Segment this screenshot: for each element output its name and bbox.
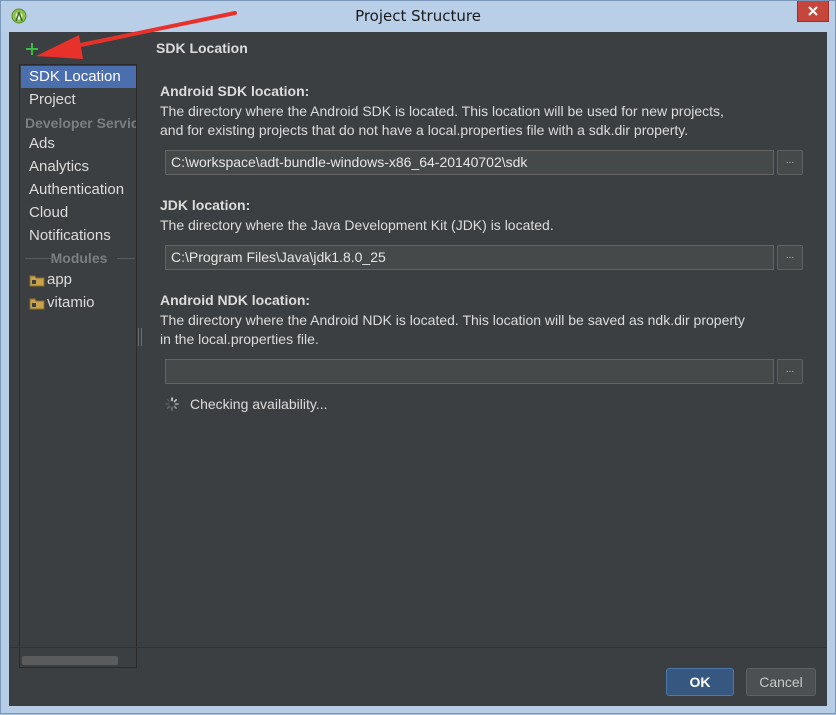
android-ndk-label: Android NDK location: (160, 292, 311, 308)
android-ndk-path-input[interactable] (165, 359, 774, 384)
modules-header: Modules (21, 248, 136, 268)
sidebar-scrollbar[interactable] (22, 656, 118, 665)
android-ndk-description-line2: in the local.properties file. (160, 331, 319, 347)
close-icon (808, 6, 818, 16)
cancel-button[interactable]: Cancel (746, 668, 816, 696)
header-divider (117, 258, 135, 259)
close-button[interactable] (797, 1, 829, 22)
jdk-browse-button[interactable]: ... (777, 245, 803, 270)
sidebar-item-analytics[interactable]: Analytics (21, 156, 136, 178)
android-sdk-description-line1: The directory where the Android SDK is l… (160, 103, 724, 119)
window-title: Project Structure (355, 7, 481, 25)
android-sdk-description-line2: and for existing projects that do not ha… (160, 122, 689, 138)
jdk-description: The directory where the Java Development… (160, 217, 554, 233)
header-divider (25, 258, 53, 259)
android-sdk-label: Android SDK location: (160, 83, 310, 99)
add-icon[interactable] (25, 42, 39, 56)
dialog-body: SDK Location Project Developer Servic Ad… (9, 32, 827, 706)
module-label: app (47, 271, 73, 288)
jdk-path-input[interactable]: C:\Program Files\Java\jdk1.8.0_25 (165, 245, 774, 270)
sidebar-item-project[interactable]: Project (21, 89, 136, 111)
developer-services-header: Developer Servic (25, 115, 137, 131)
module-item-vitamio[interactable]: vitamio (21, 292, 136, 314)
loading-spinner-icon (165, 397, 179, 411)
module-folder-icon (29, 298, 45, 310)
sidebar-item-sdk-location[interactable]: SDK Location (21, 66, 136, 88)
module-label: vitamio (47, 294, 95, 311)
splitter-grip-icon[interactable] (138, 328, 142, 346)
android-sdk-path-input[interactable]: C:\workspace\adt-bundle-windows-x86_64-2… (165, 150, 774, 175)
sidebar-item-cloud[interactable]: Cloud (21, 202, 136, 224)
sidebar: SDK Location Project Developer Servic Ad… (19, 64, 137, 668)
sdk-location-panel: SDK Location Android SDK location: The d… (149, 32, 819, 652)
title-bar[interactable]: Project Structure (1, 1, 835, 32)
panel-heading: SDK Location (156, 40, 248, 56)
modules-header-label: Modules (50, 250, 108, 266)
sidebar-item-authentication[interactable]: Authentication (21, 179, 136, 201)
sidebar-item-notifications[interactable]: Notifications (21, 225, 136, 247)
android-ndk-browse-button[interactable]: ... (777, 359, 803, 384)
android-sdk-browse-button[interactable]: ... (777, 150, 803, 175)
jdk-label: JDK location: (160, 197, 251, 213)
project-structure-window: Project Structure SDK Location Project D… (0, 0, 836, 714)
ndk-status-text: Checking availability... (190, 396, 328, 412)
sidebar-item-ads[interactable]: Ads (21, 133, 136, 155)
android-ndk-description-line1: The directory where the Android NDK is l… (160, 312, 745, 328)
ok-button[interactable]: OK (666, 668, 734, 696)
footer-divider (9, 647, 827, 648)
module-folder-icon (29, 275, 45, 287)
module-item-app[interactable]: app (21, 269, 136, 291)
